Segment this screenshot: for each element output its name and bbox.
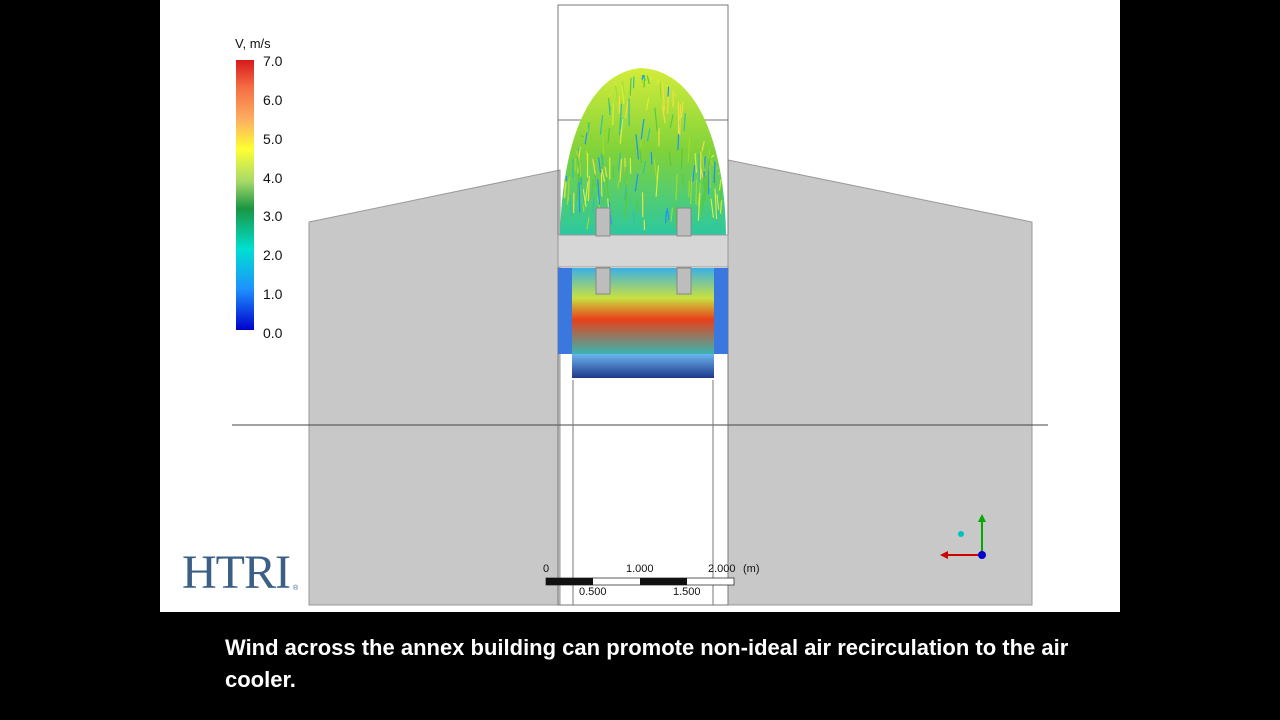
velocity-vector (650, 151, 653, 165)
cooler-deck (557, 234, 729, 268)
stack-left-upper (595, 207, 611, 237)
simulation-view: V, m/s 7.0 6.0 5.0 4.0 3.0 2.0 1.0 0.0 H… (160, 0, 1120, 612)
legend-tick: 4.0 (263, 170, 283, 186)
velocity-vector (603, 187, 606, 204)
legend-tick: 1.0 (263, 286, 283, 302)
legend-tick: 5.0 (263, 131, 283, 147)
legend-tick: 7.0 (263, 53, 283, 69)
stack-left-lower (595, 267, 611, 295)
annex-building (308, 169, 561, 606)
scale-label: 0.500 (579, 586, 607, 598)
legend-colorbar (236, 60, 254, 330)
stack-right-lower (676, 267, 692, 295)
plenum (572, 354, 714, 378)
annex-building-right (727, 159, 1033, 606)
velocity-vector (688, 180, 690, 197)
htri-logo: HTRI (182, 546, 291, 599)
scale-label: 1.000 (626, 563, 654, 575)
legend-tick: 6.0 (263, 92, 283, 108)
cooler-right-wall (714, 268, 728, 354)
legend-title: V, m/s (235, 36, 271, 51)
scale-label: 1.500 (673, 586, 701, 598)
video-caption: Wind across the annex building can promo… (225, 635, 1069, 692)
velocity-vector (578, 182, 581, 213)
legend-tick: 2.0 (263, 247, 283, 263)
velocity-vector (600, 172, 603, 197)
legend-tick: 0.0 (263, 325, 283, 341)
velocity-vector (680, 148, 683, 170)
scale-label: 0 (543, 563, 550, 575)
scale-unit: (m) (743, 563, 760, 575)
cfd-scene (232, 4, 1048, 606)
velocity-vector (679, 104, 682, 135)
velocity-vector (612, 166, 615, 178)
scale-label: 2.000 (708, 563, 736, 575)
scale-bar (545, 577, 735, 586)
velocity-vector (629, 77, 632, 96)
fan-region (572, 268, 714, 354)
velocity-vector (695, 179, 698, 205)
htri-logo-reg: ® (293, 585, 299, 592)
velocity-vector (650, 76, 653, 81)
velocity-vector (665, 210, 668, 224)
legend-tick: 3.0 (263, 208, 283, 224)
stack-right-upper (676, 207, 692, 237)
cooler-left-wall (558, 268, 572, 354)
